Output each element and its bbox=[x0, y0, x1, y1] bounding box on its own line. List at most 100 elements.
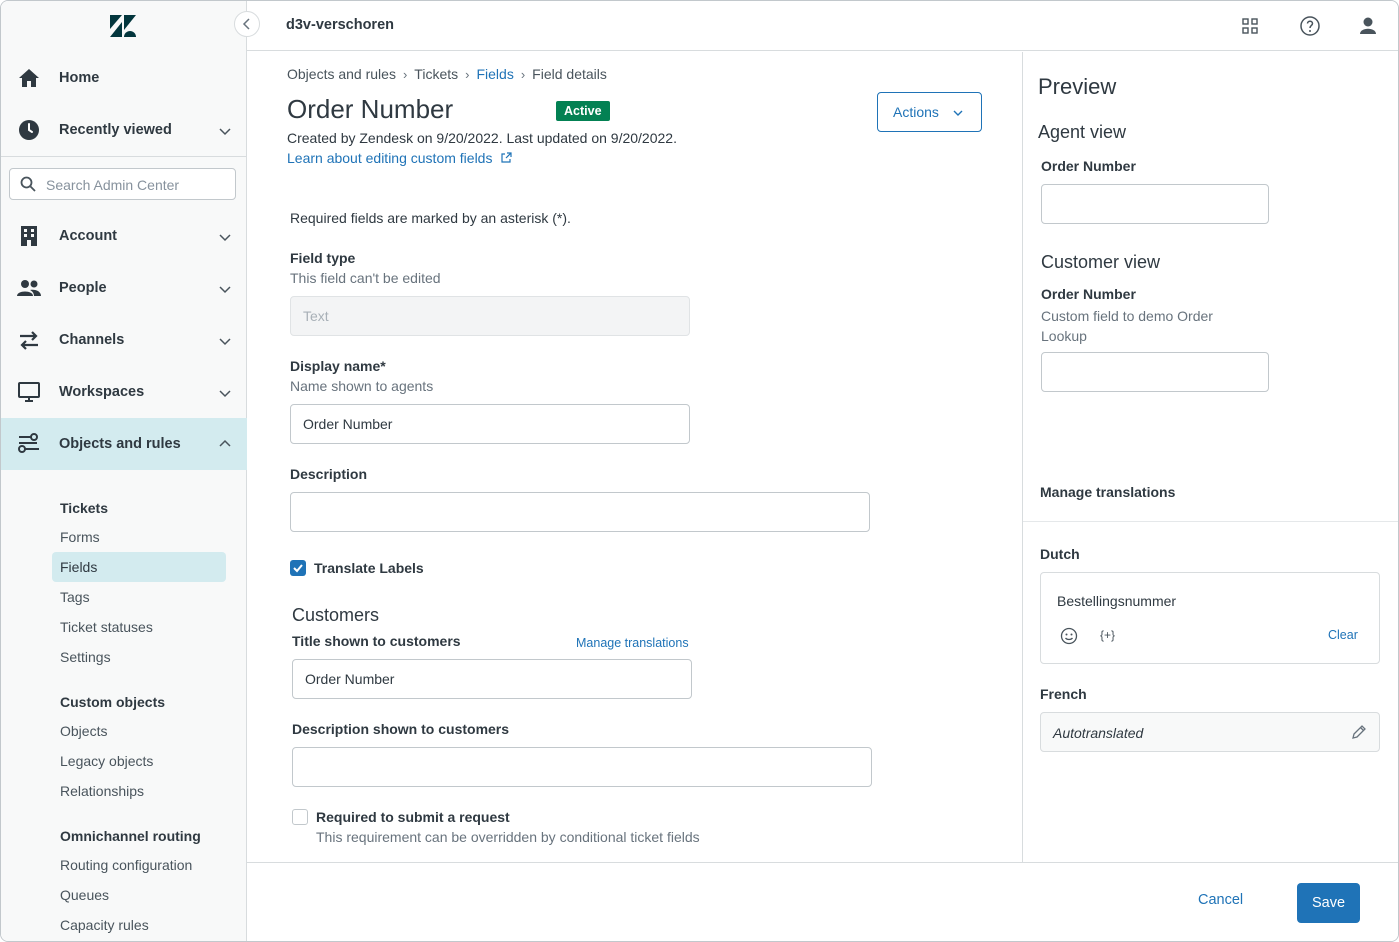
translate-labels-checkbox[interactable] bbox=[290, 560, 306, 576]
sidebar-item-tags[interactable]: Tags bbox=[52, 582, 226, 612]
customer-field-desc: Custom field to demo Order Lookup bbox=[1041, 308, 1213, 344]
sidebar-item-settings[interactable]: Settings bbox=[52, 642, 226, 672]
description-input[interactable] bbox=[290, 492, 870, 532]
breadcrumb-objects-rules[interactable]: Objects and rules bbox=[287, 66, 396, 82]
sidebar-item-label: Tags bbox=[60, 589, 90, 605]
search-placeholder: Search Admin Center bbox=[46, 177, 180, 193]
dutch-translation-editor[interactable]: Bestellingsnummer {+} Clear bbox=[1040, 572, 1380, 664]
nav-home[interactable]: Home bbox=[1, 53, 247, 103]
sidebar-item-forms[interactable]: Forms bbox=[52, 522, 226, 552]
manage-translations-heading: Manage translations bbox=[1040, 484, 1176, 500]
actions-button[interactable]: Actions bbox=[877, 92, 982, 132]
breadcrumb: Objects and rules › Tickets › Fields › F… bbox=[287, 66, 607, 82]
clear-button[interactable]: Clear bbox=[1328, 628, 1358, 642]
breadcrumb-field-details: Field details bbox=[532, 66, 607, 82]
nav-channels[interactable]: Channels bbox=[1, 315, 247, 365]
building-icon bbox=[21, 226, 37, 246]
display-name-input[interactable]: Order Number bbox=[290, 404, 690, 444]
emoji-icon[interactable] bbox=[1060, 627, 1078, 645]
sidebar-item-relationships[interactable]: Relationships bbox=[52, 776, 226, 806]
top-bar: d3v-verschoren bbox=[247, 1, 1398, 51]
agent-field-label: Order Number bbox=[1041, 158, 1136, 174]
sidebar-item-legacy-objects[interactable]: Legacy objects bbox=[52, 746, 226, 776]
required-hint: This requirement can be overridden by co… bbox=[316, 829, 700, 845]
sidebar-item-label: Fields bbox=[60, 559, 98, 575]
breadcrumb-fields[interactable]: Fields bbox=[476, 66, 513, 82]
sidebar-item-routing-configuration[interactable]: Routing configuration bbox=[52, 850, 226, 880]
sidebar-item-label: Settings bbox=[60, 649, 111, 665]
chevron-down-icon bbox=[219, 286, 231, 294]
learn-link[interactable]: Learn about editing custom fields bbox=[287, 150, 512, 166]
arrows-exchange-icon bbox=[20, 331, 38, 350]
help-icon[interactable] bbox=[1299, 15, 1321, 37]
nav-people-label: People bbox=[59, 280, 107, 296]
customer-field-input[interactable] bbox=[1041, 352, 1269, 392]
manage-translations-link[interactable]: Manage translations bbox=[576, 636, 689, 650]
description-label: Description bbox=[290, 466, 368, 482]
cancel-button[interactable]: Cancel bbox=[1198, 892, 1243, 908]
nav-recently-viewed[interactable]: Recently viewed bbox=[1, 105, 247, 155]
home-icon bbox=[19, 69, 39, 87]
field-type-label: Field type bbox=[290, 250, 356, 266]
sidebar-item-fields[interactable]: Fields bbox=[52, 552, 226, 582]
monitor-icon bbox=[18, 382, 40, 402]
nav-objects-rules[interactable]: Objects and rules bbox=[1, 418, 247, 470]
app-window: Home Recently viewed Search Admin Center… bbox=[0, 0, 1399, 942]
check-icon bbox=[293, 564, 303, 573]
sidebar-item-ticket-statuses[interactable]: Ticket statuses bbox=[52, 612, 226, 642]
nav-people[interactable]: People bbox=[1, 263, 247, 313]
sidebar-item-queues[interactable]: Queues bbox=[52, 880, 226, 910]
title-customers-input[interactable]: Order Number bbox=[292, 659, 692, 699]
field-type-hint: This field can't be edited bbox=[290, 270, 441, 286]
search-input[interactable]: Search Admin Center bbox=[9, 168, 236, 200]
group-title-tickets: Tickets bbox=[60, 500, 108, 516]
clock-icon bbox=[19, 120, 39, 140]
title-customers-value: Order Number bbox=[305, 671, 395, 687]
translations-divider bbox=[1023, 521, 1398, 522]
sidebar-item-label: Relationships bbox=[60, 783, 145, 799]
nav-recently-viewed-label: Recently viewed bbox=[59, 122, 172, 138]
french-label: French bbox=[1040, 686, 1087, 702]
french-translation-value: Autotranslated bbox=[1053, 725, 1144, 741]
customer-view-title: Customer view bbox=[1041, 252, 1161, 272]
chevron-down-icon bbox=[219, 390, 231, 398]
sidebar-item-capacity-rules[interactable]: Capacity rules bbox=[52, 910, 226, 940]
actions-button-label: Actions bbox=[893, 104, 939, 120]
nav-account-label: Account bbox=[59, 228, 117, 244]
nav-home-label: Home bbox=[59, 70, 100, 86]
required-checkbox[interactable] bbox=[292, 809, 308, 825]
save-button[interactable]: Save bbox=[1297, 883, 1360, 923]
agent-field-input[interactable] bbox=[1041, 184, 1269, 224]
save-button-label: Save bbox=[1311, 895, 1346, 911]
title-customers-label: Title shown to customers bbox=[292, 633, 461, 649]
page-title: Order Number bbox=[287, 94, 454, 124]
group-title-omnichannel: Omnichannel routing bbox=[60, 828, 201, 844]
chevron-down-icon bbox=[219, 128, 231, 136]
user-icon[interactable] bbox=[1357, 15, 1379, 37]
external-link-icon bbox=[501, 152, 512, 163]
nav-objects-rules-label: Objects and rules bbox=[59, 436, 181, 452]
sidebar-item-label: Capacity rules bbox=[60, 917, 149, 933]
chevron-left-icon bbox=[242, 18, 250, 30]
group-title-custom-objects: Custom objects bbox=[60, 694, 166, 710]
chevron-right-icon: › bbox=[465, 66, 470, 82]
nav-workspaces[interactable]: Workspaces bbox=[1, 367, 247, 417]
footer-bar: Cancel Save bbox=[247, 862, 1398, 941]
desc-customers-input[interactable] bbox=[292, 747, 872, 787]
zendesk-logo-icon[interactable] bbox=[109, 14, 137, 38]
sidebar-item-label: Legacy objects bbox=[60, 753, 154, 769]
preview-title: Preview bbox=[1038, 74, 1117, 99]
field-type-value: Text bbox=[303, 308, 329, 324]
preview-panel: Preview Agent view Order Number Customer… bbox=[1022, 52, 1398, 862]
translate-labels-label: Translate Labels bbox=[314, 560, 424, 576]
sidebar-item-objects[interactable]: Objects bbox=[52, 716, 226, 746]
nav-account[interactable]: Account bbox=[1, 211, 247, 261]
display-name-hint: Name shown to agents bbox=[290, 378, 434, 394]
breadcrumb-tickets[interactable]: Tickets bbox=[414, 66, 458, 82]
apps-grid-icon[interactable] bbox=[1239, 15, 1261, 37]
collapse-sidebar-button[interactable] bbox=[234, 11, 260, 37]
chevron-right-icon: › bbox=[520, 66, 526, 82]
placeholder-icon[interactable]: {+} bbox=[1100, 628, 1115, 642]
pencil-icon[interactable] bbox=[1350, 723, 1368, 741]
chevron-up-icon bbox=[219, 439, 231, 447]
